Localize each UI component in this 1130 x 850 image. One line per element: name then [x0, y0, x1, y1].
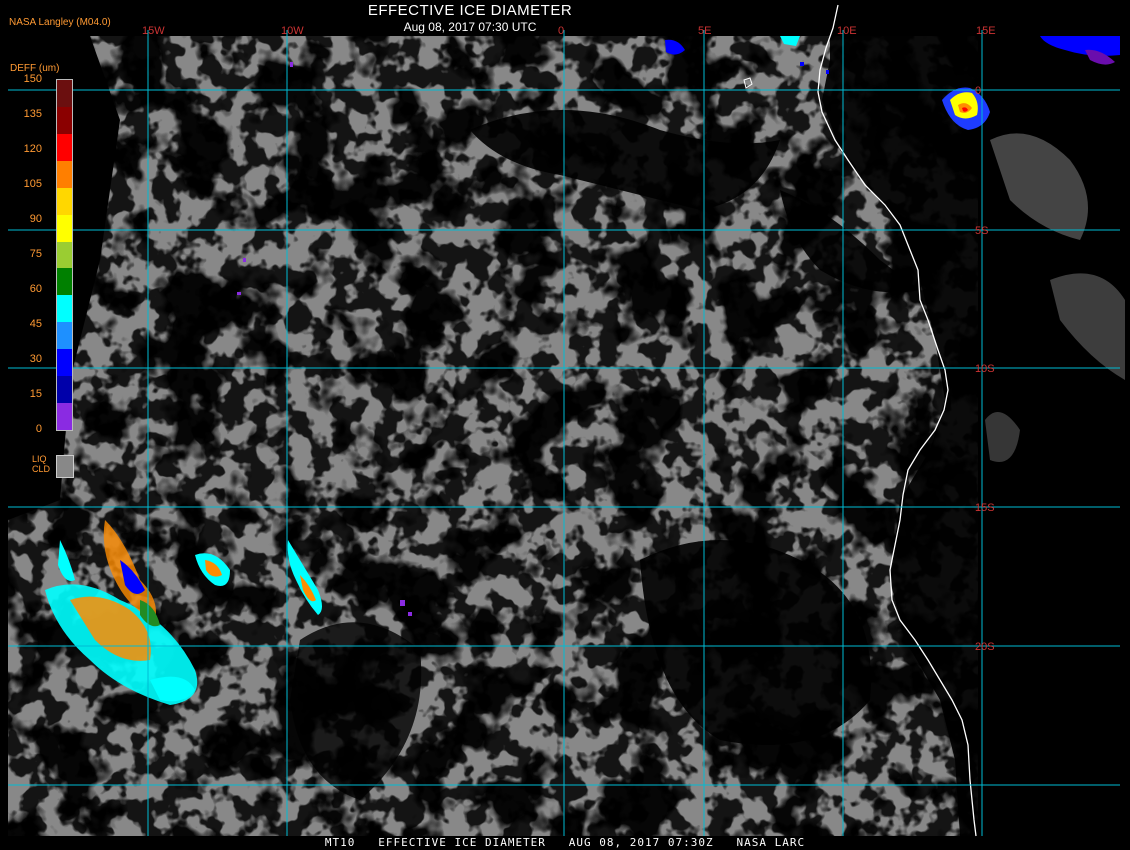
legend-color-step [57, 133, 72, 162]
map-footer: MT10 EFFECTIVE ICE DIAMETER AUG 08, 2017… [324, 836, 806, 849]
legend-color-step [57, 160, 72, 189]
legend-tick-label: 30 [29, 353, 42, 365]
latitude-label: 15S [975, 502, 995, 514]
legend-color-step [57, 187, 72, 216]
legend-color-step [57, 322, 72, 350]
legend-color-step [57, 214, 72, 243]
map-canvas: 15W 10W 0 5E 10E 15E05S10S15S20S [8, 4, 1130, 837]
legend-color-step [57, 376, 72, 404]
legend-tick-label: 135 [23, 108, 42, 120]
legend-tick-label: 105 [23, 178, 42, 190]
map-timestamp: Aug 08, 2017 07:30 UTC [403, 20, 537, 34]
legend-tick-label: 120 [23, 143, 42, 155]
longitude-label: 15E [976, 25, 996, 37]
legend-color-step [57, 349, 72, 377]
legend-tick-label: 60 [29, 283, 42, 295]
legend-tick-label: 90 [29, 213, 42, 225]
legend-color-bar [56, 79, 73, 431]
legend-color-step [57, 268, 72, 296]
legend-tick-label: 75 [29, 248, 42, 260]
legend-color-step [57, 295, 72, 323]
legend-color-step [57, 80, 72, 108]
liquid-label-line1: LIQ [32, 454, 47, 464]
satellite-map: 15W 10W 0 5E 10E 15E 0 5S 10S 15S 20S EFFECTIVE IC… [0, 0, 1130, 850]
latitude-label: 0 [975, 85, 981, 97]
legend-tick-label: 150 [23, 73, 42, 85]
liquid-label-line2: CLD [32, 464, 51, 474]
map-title: EFFECTIVE ICE DIAMETER [367, 2, 573, 19]
legend-color-step [57, 403, 72, 430]
legend-tick-label: 15 [29, 388, 42, 400]
latitude-label: 20S [975, 641, 995, 653]
legend-tick-label: 0 [35, 423, 42, 435]
legend-color-step [57, 106, 72, 135]
latitude-label: 5S [975, 225, 988, 237]
legend-tick-label: 45 [29, 318, 42, 330]
legend-color-step [57, 241, 72, 269]
liquid-cloud-swatch [56, 455, 74, 478]
data-source-label: NASA Langley (M04.0) [9, 17, 111, 28]
latitude-label: 10S [975, 363, 995, 375]
